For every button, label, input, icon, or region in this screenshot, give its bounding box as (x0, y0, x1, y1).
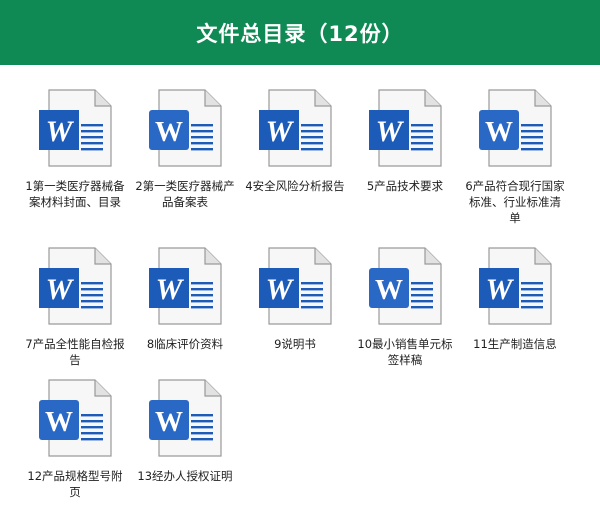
word-doc-icon[interactable]: W (255, 88, 335, 168)
file-name-label: 4安全风险分析报告 (245, 179, 345, 193)
svg-text:W: W (156, 273, 185, 306)
file-item[interactable]: W 13经办人授权证明 (130, 378, 240, 484)
file-name-label: 7产品全性能自检报告 (25, 337, 125, 367)
word-doc-icon[interactable]: W (35, 88, 115, 168)
svg-text:W: W (155, 407, 183, 438)
file-item[interactable]: W 4安全风险分析报告 (240, 88, 350, 194)
header-bar: 文件总目录（12份） (0, 0, 600, 65)
file-name-label: 10最小销售单元标签样稿 (357, 337, 453, 367)
word-doc-icon[interactable]: W (145, 88, 225, 168)
svg-text:W: W (485, 117, 513, 148)
word-doc-icon[interactable]: W (365, 88, 445, 168)
file-item[interactable]: W 12产品规格型号附页 (20, 378, 130, 500)
file-name-label: 9说明书 (274, 337, 316, 351)
file-item[interactable]: W 1第一类医疗器械备案材料封面、目录 (20, 88, 130, 210)
word-doc-icon[interactable]: W (255, 246, 335, 326)
page-title: 文件总目录（12份） (196, 21, 404, 46)
file-name-label: 12产品规格型号附页 (27, 469, 123, 499)
svg-text:W: W (155, 117, 183, 148)
svg-text:W: W (46, 273, 75, 306)
file-name-label: 11生产制造信息 (473, 337, 557, 351)
file-item[interactable]: W 10最小销售单元标签样稿 (350, 246, 460, 368)
word-doc-icon[interactable]: W (475, 88, 555, 168)
svg-text:W: W (375, 275, 403, 306)
word-doc-icon[interactable]: W (145, 378, 225, 458)
file-item[interactable]: W 5产品技术要求 (350, 88, 460, 194)
file-item[interactable]: W 7产品全性能自检报告 (20, 246, 130, 368)
svg-text:W: W (266, 273, 295, 306)
word-doc-icon[interactable]: W (475, 246, 555, 326)
word-doc-icon[interactable]: W (35, 246, 115, 326)
file-name-label: 2第一类医疗器械产品备案表 (135, 179, 235, 209)
svg-text:W: W (266, 115, 295, 148)
file-name-label: 8临床评价资料 (146, 337, 224, 351)
file-name-label: 13经办人授权证明 (137, 469, 233, 483)
word-doc-icon[interactable]: W (365, 246, 445, 326)
svg-text:W: W (46, 115, 75, 148)
file-item[interactable]: W 9说明书 (240, 246, 350, 352)
file-name-label: 6产品符合现行国家标准、行业标准清单 (465, 179, 565, 225)
word-doc-icon[interactable]: W (35, 378, 115, 458)
svg-text:W: W (45, 407, 73, 438)
file-item[interactable]: W 6产品符合现行国家标准、行业标准清单 (460, 88, 570, 226)
word-doc-icon[interactable]: W (145, 246, 225, 326)
file-item[interactable]: W 11生产制造信息 (460, 246, 570, 352)
file-name-label: 5产品技术要求 (366, 179, 444, 193)
file-item[interactable]: W 2第一类医疗器械产品备案表 (130, 88, 240, 210)
file-item[interactable]: W 8临床评价资料 (130, 246, 240, 352)
svg-text:W: W (486, 273, 515, 306)
file-name-label: 1第一类医疗器械备案材料封面、目录 (25, 179, 125, 209)
svg-text:W: W (376, 115, 405, 148)
